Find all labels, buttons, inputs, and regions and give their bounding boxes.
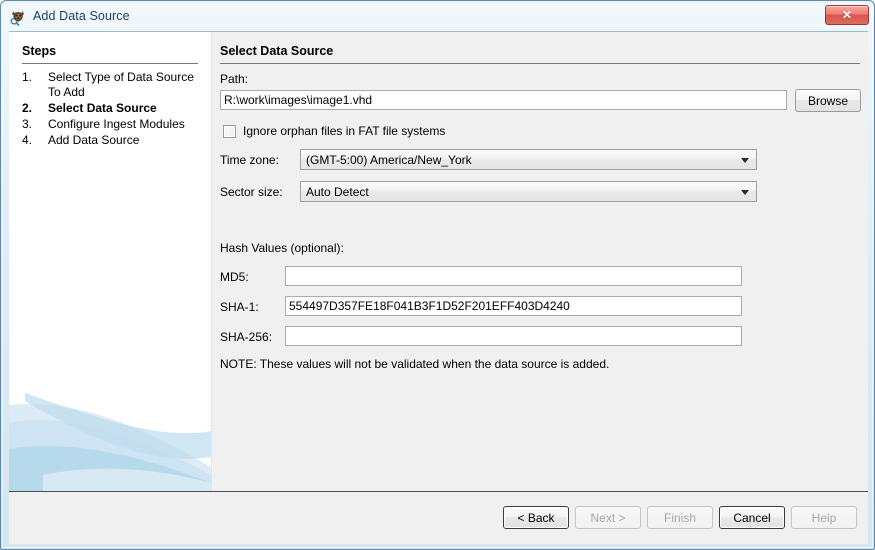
title-bar: Add Data Source ✕ bbox=[1, 1, 874, 31]
step-item-3: 3. Configure Ingest Modules bbox=[22, 117, 206, 132]
autopsy-dog-icon bbox=[9, 8, 27, 26]
back-button[interactable]: < Back bbox=[503, 506, 569, 529]
md5-input[interactable] bbox=[285, 266, 742, 286]
section-divider bbox=[220, 63, 860, 64]
sha1-label: SHA-1: bbox=[220, 300, 259, 314]
timezone-select[interactable]: (GMT-5:00) America/New_York bbox=[300, 149, 757, 170]
step-label: Add Data Source bbox=[48, 133, 206, 148]
section-heading: Select Data Source bbox=[220, 44, 333, 58]
path-label: Path: bbox=[220, 72, 248, 86]
next-button-label: Next > bbox=[590, 511, 625, 525]
content-panel: Select Data Source Path: Browse Ignore o… bbox=[212, 32, 868, 491]
step-number: 3. bbox=[22, 117, 48, 132]
step-item-1: 1. Select Type of Data Source To Add bbox=[22, 70, 206, 100]
help-button-label: Help bbox=[812, 511, 837, 525]
decorative-swoosh-graphic bbox=[9, 371, 211, 491]
path-input[interactable] bbox=[220, 90, 787, 110]
validation-note: NOTE: These values will not be validated… bbox=[220, 357, 609, 371]
hash-values-heading: Hash Values (optional): bbox=[220, 241, 344, 255]
chevron-down-icon bbox=[741, 190, 749, 195]
steps-heading: Steps bbox=[22, 44, 56, 58]
close-button[interactable]: ✕ bbox=[825, 5, 869, 25]
help-button[interactable]: Help bbox=[791, 506, 857, 529]
browse-button[interactable]: Browse bbox=[795, 89, 861, 112]
sha256-label: SHA-256: bbox=[220, 330, 272, 344]
next-button[interactable]: Next > bbox=[575, 506, 641, 529]
sha1-input[interactable] bbox=[285, 296, 742, 316]
ignore-orphan-checkbox[interactable]: Ignore orphan files in FAT file systems bbox=[223, 124, 445, 138]
back-button-label: < Back bbox=[517, 511, 554, 525]
step-number: 2. bbox=[22, 101, 48, 116]
step-number: 1. bbox=[22, 70, 48, 100]
timezone-label: Time zone: bbox=[220, 153, 279, 167]
steps-panel: Steps 1. Select Type of Data Source To A… bbox=[9, 32, 211, 491]
dialog-window: Add Data Source ✕ Steps 1. Select Type o… bbox=[0, 0, 875, 550]
sha256-input[interactable] bbox=[285, 326, 742, 346]
ignore-orphan-label: Ignore orphan files in FAT file systems bbox=[243, 124, 445, 138]
step-label: Select Data Source bbox=[48, 101, 206, 116]
close-icon: ✕ bbox=[842, 9, 852, 21]
cancel-button-label: Cancel bbox=[733, 511, 770, 525]
checkbox-icon bbox=[223, 125, 236, 138]
steps-list: 1. Select Type of Data Source To Add 2. … bbox=[22, 70, 206, 149]
dialog-button-bar: < Back Next > Finish Cancel Help bbox=[9, 491, 868, 544]
step-item-4: 4. Add Data Source bbox=[22, 133, 206, 148]
finish-button-label: Finish bbox=[664, 511, 696, 525]
cancel-button[interactable]: Cancel bbox=[719, 506, 785, 529]
timezone-value: (GMT-5:00) America/New_York bbox=[306, 153, 472, 167]
steps-divider bbox=[22, 63, 198, 64]
chevron-down-icon bbox=[741, 158, 749, 163]
finish-button[interactable]: Finish bbox=[647, 506, 713, 529]
browse-button-label: Browse bbox=[808, 94, 848, 108]
sector-size-select[interactable]: Auto Detect bbox=[300, 181, 757, 202]
sector-size-value: Auto Detect bbox=[306, 185, 369, 199]
window-title: Add Data Source bbox=[33, 9, 130, 23]
md5-label: MD5: bbox=[220, 270, 249, 284]
dialog-client-area: Steps 1. Select Type of Data Source To A… bbox=[9, 31, 868, 543]
sector-size-label: Sector size: bbox=[220, 185, 283, 199]
step-label: Select Type of Data Source To Add bbox=[48, 70, 206, 100]
step-label: Configure Ingest Modules bbox=[48, 117, 206, 132]
step-item-2: 2. Select Data Source bbox=[22, 101, 206, 116]
step-number: 4. bbox=[22, 133, 48, 148]
